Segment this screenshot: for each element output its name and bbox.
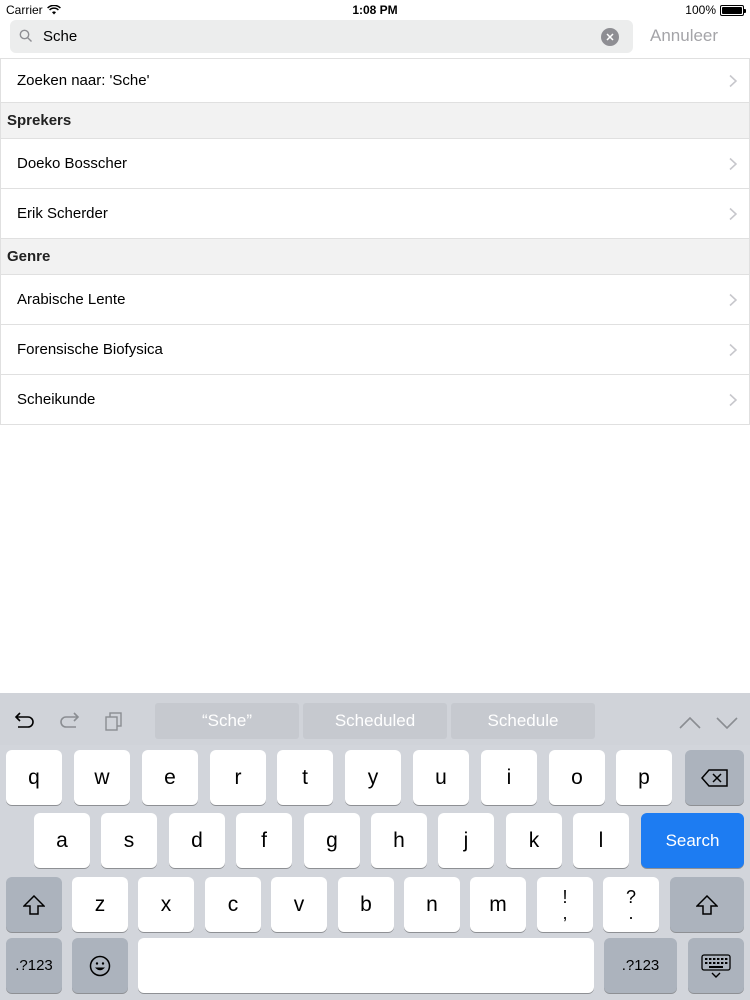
list-item-label: Arabische Lente	[17, 291, 126, 308]
list-item-label: Forensische Biofysica	[17, 341, 163, 358]
suggestion-3[interactable]: Schedule	[451, 703, 595, 739]
key-j[interactable]: j	[438, 813, 494, 868]
keyboard: “Sche” Scheduled Schedule q w e r t y u …	[0, 693, 750, 1000]
chevron-right-icon	[729, 293, 737, 306]
time-label: 1:08 PM	[352, 3, 398, 17]
cancel-button[interactable]: Annuleer	[650, 26, 718, 46]
chevron-up-icon[interactable]	[679, 717, 701, 729]
key-y[interactable]: y	[345, 750, 401, 805]
chevron-right-icon	[729, 207, 737, 220]
key-k[interactable]: k	[506, 813, 562, 868]
key-x[interactable]: x	[138, 877, 194, 932]
chevron-right-icon	[729, 393, 737, 406]
search-key[interactable]: Search	[641, 813, 744, 868]
keyboard-dismiss-icon	[701, 953, 731, 978]
key-c[interactable]: c	[205, 877, 261, 932]
key-w[interactable]: w	[74, 750, 130, 805]
chevron-right-icon	[729, 74, 737, 87]
search-for-row[interactable]: Zoeken naar: 'Sche'	[0, 58, 750, 103]
key-d[interactable]: d	[169, 813, 225, 868]
suggestion-2[interactable]: Scheduled	[303, 703, 447, 739]
key-z[interactable]: z	[72, 877, 128, 932]
key-bottom-char: .	[628, 902, 634, 923]
undo-icon[interactable]	[14, 711, 36, 729]
key-bottom-char: ,	[562, 902, 568, 923]
chevron-right-icon	[729, 157, 737, 170]
numbers-key-right[interactable]: .?123	[604, 938, 677, 993]
key-s[interactable]: s	[101, 813, 157, 868]
battery-icon	[720, 4, 746, 16]
results-list: Zoeken naar: 'Sche' Sprekers Doeko Bossc…	[0, 58, 750, 425]
clear-icon	[606, 33, 614, 41]
key-m[interactable]: m	[470, 877, 526, 932]
chevron-right-icon	[729, 343, 737, 356]
key-a[interactable]: a	[34, 813, 90, 868]
key-v[interactable]: v	[271, 877, 327, 932]
key-r[interactable]: r	[210, 750, 266, 805]
backspace-icon	[700, 768, 728, 787]
section-header-genre: Genre	[0, 239, 750, 275]
key-q[interactable]: q	[6, 750, 62, 805]
list-item[interactable]: Forensische Biofysica	[0, 325, 750, 375]
search-field	[10, 20, 633, 53]
redo-icon[interactable]	[58, 711, 80, 729]
key-t[interactable]: t	[277, 750, 333, 805]
key-n[interactable]: n	[404, 877, 460, 932]
key-f[interactable]: f	[236, 813, 292, 868]
list-item[interactable]: Scheikunde	[0, 375, 750, 425]
key-exclaim-comma[interactable]: ! ,	[537, 877, 593, 932]
numbers-key-left[interactable]: .?123	[6, 938, 62, 993]
search-icon	[19, 29, 32, 42]
list-item-label: Scheikunde	[17, 391, 96, 408]
key-e[interactable]: e	[142, 750, 198, 805]
list-item[interactable]: Doeko Bosscher	[0, 139, 750, 189]
emoji-icon	[89, 955, 111, 976]
space-key[interactable]	[138, 938, 594, 993]
paste-icon[interactable]	[104, 711, 124, 731]
key-l[interactable]: l	[573, 813, 629, 868]
key-h[interactable]: h	[371, 813, 427, 868]
suggestion-1[interactable]: “Sche”	[155, 703, 299, 739]
key-u[interactable]: u	[413, 750, 469, 805]
key-g[interactable]: g	[304, 813, 360, 868]
clear-search-button[interactable]	[601, 28, 619, 46]
status-bar: Carrier 1:08 PM 100%	[0, 0, 750, 20]
list-item-label: Doeko Bosscher	[17, 155, 128, 172]
key-o[interactable]: o	[549, 750, 605, 805]
key-p[interactable]: p	[616, 750, 672, 805]
search-input[interactable]	[43, 24, 593, 49]
battery-label: 100%	[685, 3, 716, 17]
shift-icon	[696, 894, 718, 915]
list-item[interactable]: Erik Scherder	[0, 189, 750, 239]
key-question-period[interactable]: ? .	[603, 877, 659, 932]
chevron-down-icon[interactable]	[716, 717, 738, 729]
key-b[interactable]: b	[338, 877, 394, 932]
keyboard-toolbar: “Sche” Scheduled Schedule	[0, 693, 750, 745]
delete-key[interactable]	[685, 750, 744, 805]
key-i[interactable]: i	[481, 750, 537, 805]
list-item[interactable]: Arabische Lente	[0, 275, 750, 325]
shift-key-right[interactable]	[670, 877, 744, 932]
search-bar: Annuleer	[0, 18, 750, 58]
list-item-label: Erik Scherder	[17, 205, 108, 222]
shift-key-left[interactable]	[6, 877, 62, 932]
shift-icon	[23, 894, 45, 915]
dismiss-keyboard-key[interactable]	[688, 938, 744, 993]
emoji-key[interactable]	[72, 938, 128, 993]
section-header-sprekers: Sprekers	[0, 103, 750, 139]
search-for-label: Zoeken naar: 'Sche'	[17, 72, 150, 89]
